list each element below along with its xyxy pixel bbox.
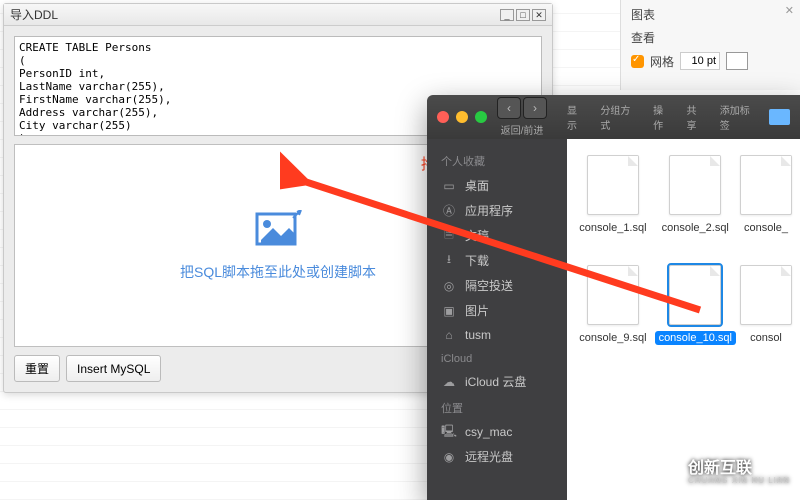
home-icon: ⌂: [441, 327, 457, 343]
sidebar-item-airdrop[interactable]: ◎ 隔空投送: [427, 273, 567, 298]
file-icon: [669, 155, 721, 215]
image-placeholder-icon: [253, 210, 303, 252]
documents-icon: 🗎: [441, 228, 457, 244]
traffic-lights: [437, 111, 487, 123]
finder-sidebar: 个人收藏 ▭ 桌面 Ⓐ 应用程序 🗎 文稿 ⭳ 下载 ◎ 隔空投送 ▣ 图片 ⌂ tusm i…: [427, 139, 567, 500]
toolbar-group[interactable]: 分组方式: [600, 102, 639, 132]
folder-icon: [769, 109, 791, 125]
sidebar-item-label: 应用程序: [465, 202, 513, 219]
grid-color-swatch[interactable]: [726, 52, 748, 70]
sidebar-item-downloads[interactable]: ⭳ 下载: [427, 248, 567, 273]
file-icon: [740, 155, 792, 215]
sidebar-item-remote-disc[interactable]: ◉ 远程光盘: [427, 444, 567, 469]
toolbar-view[interactable]: 显示: [567, 102, 586, 132]
file-label: console_: [740, 221, 792, 235]
file-icon: [587, 265, 639, 325]
watermark: 创新互联 CHUANG XIN HU LIAN: [646, 456, 790, 490]
sidebar-header-icloud: iCloud: [427, 347, 567, 369]
minimize-icon[interactable]: _: [500, 9, 514, 21]
computer-icon: 🖳: [441, 424, 457, 440]
finder-toolbar: ‹ › 返回/前进 显示 分组方式 操作 共享 添加标签: [427, 95, 800, 139]
file-item[interactable]: consol: [740, 265, 792, 365]
file-label: console_9.sql: [575, 331, 650, 345]
sidebar-item-pictures[interactable]: ▣ 图片: [427, 298, 567, 323]
insert-mysql-button[interactable]: Insert MySQL: [66, 355, 161, 382]
nav-label: 返回/前进: [501, 122, 544, 137]
sidebar-item-documents[interactable]: 🗎 文稿: [427, 223, 567, 248]
close-icon[interactable]: ✕: [532, 9, 546, 21]
toolbar-tags[interactable]: 添加标签: [720, 102, 759, 132]
file-item[interactable]: console_1.sql: [575, 155, 650, 255]
minimize-traffic-icon[interactable]: [456, 111, 468, 123]
sidebar-item-label: tusm: [465, 328, 491, 342]
sidebar-item-icloud-drive[interactable]: ☁ iCloud 云盘: [427, 369, 567, 394]
watermark-en: CHUANG XIN HU LIAN: [688, 477, 790, 486]
disc-icon: ◉: [441, 449, 457, 465]
sidebar-item-label: 远程光盘: [465, 448, 513, 465]
file-label: consol: [746, 331, 786, 345]
grid-checkbox[interactable]: [631, 55, 644, 68]
sidebar-item-computer[interactable]: 🖳 csy_mac: [427, 420, 567, 444]
file-item[interactable]: console_9.sql: [575, 265, 650, 365]
zoom-traffic-icon[interactable]: [475, 111, 487, 123]
sidebar-item-label: 桌面: [465, 177, 489, 194]
forward-button[interactable]: ›: [523, 97, 547, 119]
file-grid: console_1.sql console_2.sql console_ con…: [567, 139, 800, 500]
drop-zone-text: 把SQL脚本拖至此处或创建脚本: [180, 262, 376, 282]
cloud-icon: ☁: [441, 374, 457, 390]
inspector-section-chart: 图表: [631, 6, 790, 23]
inspector-section-view: 查看: [631, 29, 790, 46]
reset-button[interactable]: 重置: [14, 355, 60, 382]
watermark-logo-icon: [646, 456, 680, 490]
sidebar-item-desktop[interactable]: ▭ 桌面: [427, 173, 567, 198]
sidebar-header-favorites: 个人收藏: [427, 147, 567, 173]
file-icon: [669, 265, 721, 325]
toolbar-share[interactable]: 共享: [686, 102, 705, 132]
watermark-cn: 创新互联: [688, 460, 790, 478]
maximize-icon[interactable]: □: [516, 9, 530, 21]
close-icon[interactable]: ✕: [785, 4, 794, 17]
sidebar-item-label: iCloud 云盘: [465, 373, 526, 390]
sidebar-item-label: csy_mac: [465, 425, 512, 439]
sidebar-item-label: 隔空投送: [465, 277, 513, 294]
file-label: console_1.sql: [575, 221, 650, 235]
dialog-titlebar: 导入DDL _ □ ✕: [4, 4, 552, 26]
file-item[interactable]: console_2.sql: [655, 155, 736, 255]
file-icon: [740, 265, 792, 325]
file-icon: [587, 155, 639, 215]
close-traffic-icon[interactable]: [437, 111, 449, 123]
file-item[interactable]: console_: [740, 155, 792, 255]
grid-size-input[interactable]: [680, 52, 720, 70]
airdrop-icon: ◎: [441, 278, 457, 294]
applications-icon: Ⓐ: [441, 203, 457, 219]
sidebar-item-label: 文稿: [465, 227, 489, 244]
file-item-selected[interactable]: console_10.sql: [655, 265, 736, 365]
desktop-icon: ▭: [441, 178, 457, 194]
toolbar-action[interactable]: 操作: [653, 102, 672, 132]
inspector-panel: ✕ 图表 查看 网格: [620, 0, 800, 90]
back-button[interactable]: ‹: [497, 97, 521, 119]
grid-label: 网格: [650, 53, 674, 70]
sidebar-header-locations: 位置: [427, 394, 567, 420]
sidebar-item-label: 下载: [465, 252, 489, 269]
file-label: console_2.sql: [658, 221, 733, 235]
file-label: console_10.sql: [655, 331, 736, 345]
sidebar-item-applications[interactable]: Ⓐ 应用程序: [427, 198, 567, 223]
sidebar-item-home[interactable]: ⌂ tusm: [427, 323, 567, 347]
dialog-title: 导入DDL: [10, 6, 500, 23]
downloads-icon: ⭳: [441, 253, 457, 269]
finder-window: ‹ › 返回/前进 显示 分组方式 操作 共享 添加标签 个人收藏 ▭ 桌面 Ⓐ 应…: [427, 95, 800, 500]
sidebar-item-label: 图片: [465, 302, 489, 319]
pictures-icon: ▣: [441, 303, 457, 319]
